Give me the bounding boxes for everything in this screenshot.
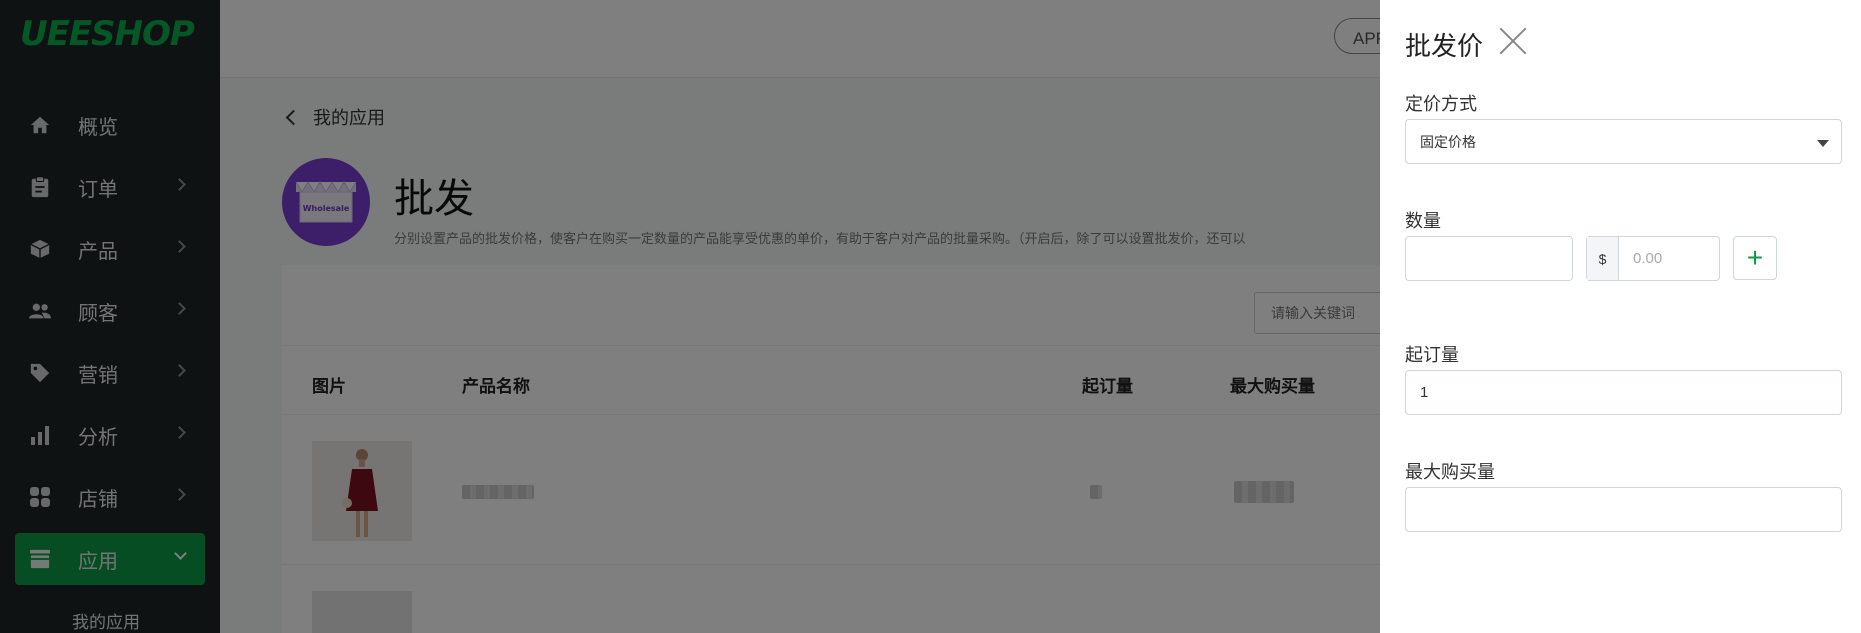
moq-input[interactable]: 1	[1405, 370, 1842, 415]
moq-value: 1	[1420, 384, 1429, 401]
pricing-method-value: 固定价格	[1420, 133, 1476, 150]
pricing-method-label: 定价方式	[1405, 94, 1477, 114]
pricing-method-select[interactable]: 固定价格	[1405, 119, 1842, 164]
caret-down-icon	[1817, 140, 1829, 147]
close-icon[interactable]	[1498, 26, 1528, 56]
price-placeholder: 0.00	[1633, 250, 1663, 267]
add-tier-button[interactable]: +	[1733, 236, 1777, 280]
currency-symbol: $	[1587, 237, 1619, 280]
price-input[interactable]: $ 0.00	[1586, 236, 1720, 281]
moq-label: 起订量	[1405, 345, 1459, 365]
modal-overlay[interactable]	[0, 0, 1380, 633]
wholesale-price-drawer: 批发价 定价方式 固定价格 数量 $ 0.00 + 起订量 1 最大购买量	[1380, 0, 1861, 633]
quantity-label: 数量	[1405, 211, 1441, 231]
drawer-title: 批发价	[1405, 31, 1484, 61]
max-purchase-input[interactable]	[1405, 487, 1842, 532]
max-purchase-label: 最大购买量	[1405, 462, 1495, 482]
quantity-input[interactable]	[1405, 236, 1573, 281]
